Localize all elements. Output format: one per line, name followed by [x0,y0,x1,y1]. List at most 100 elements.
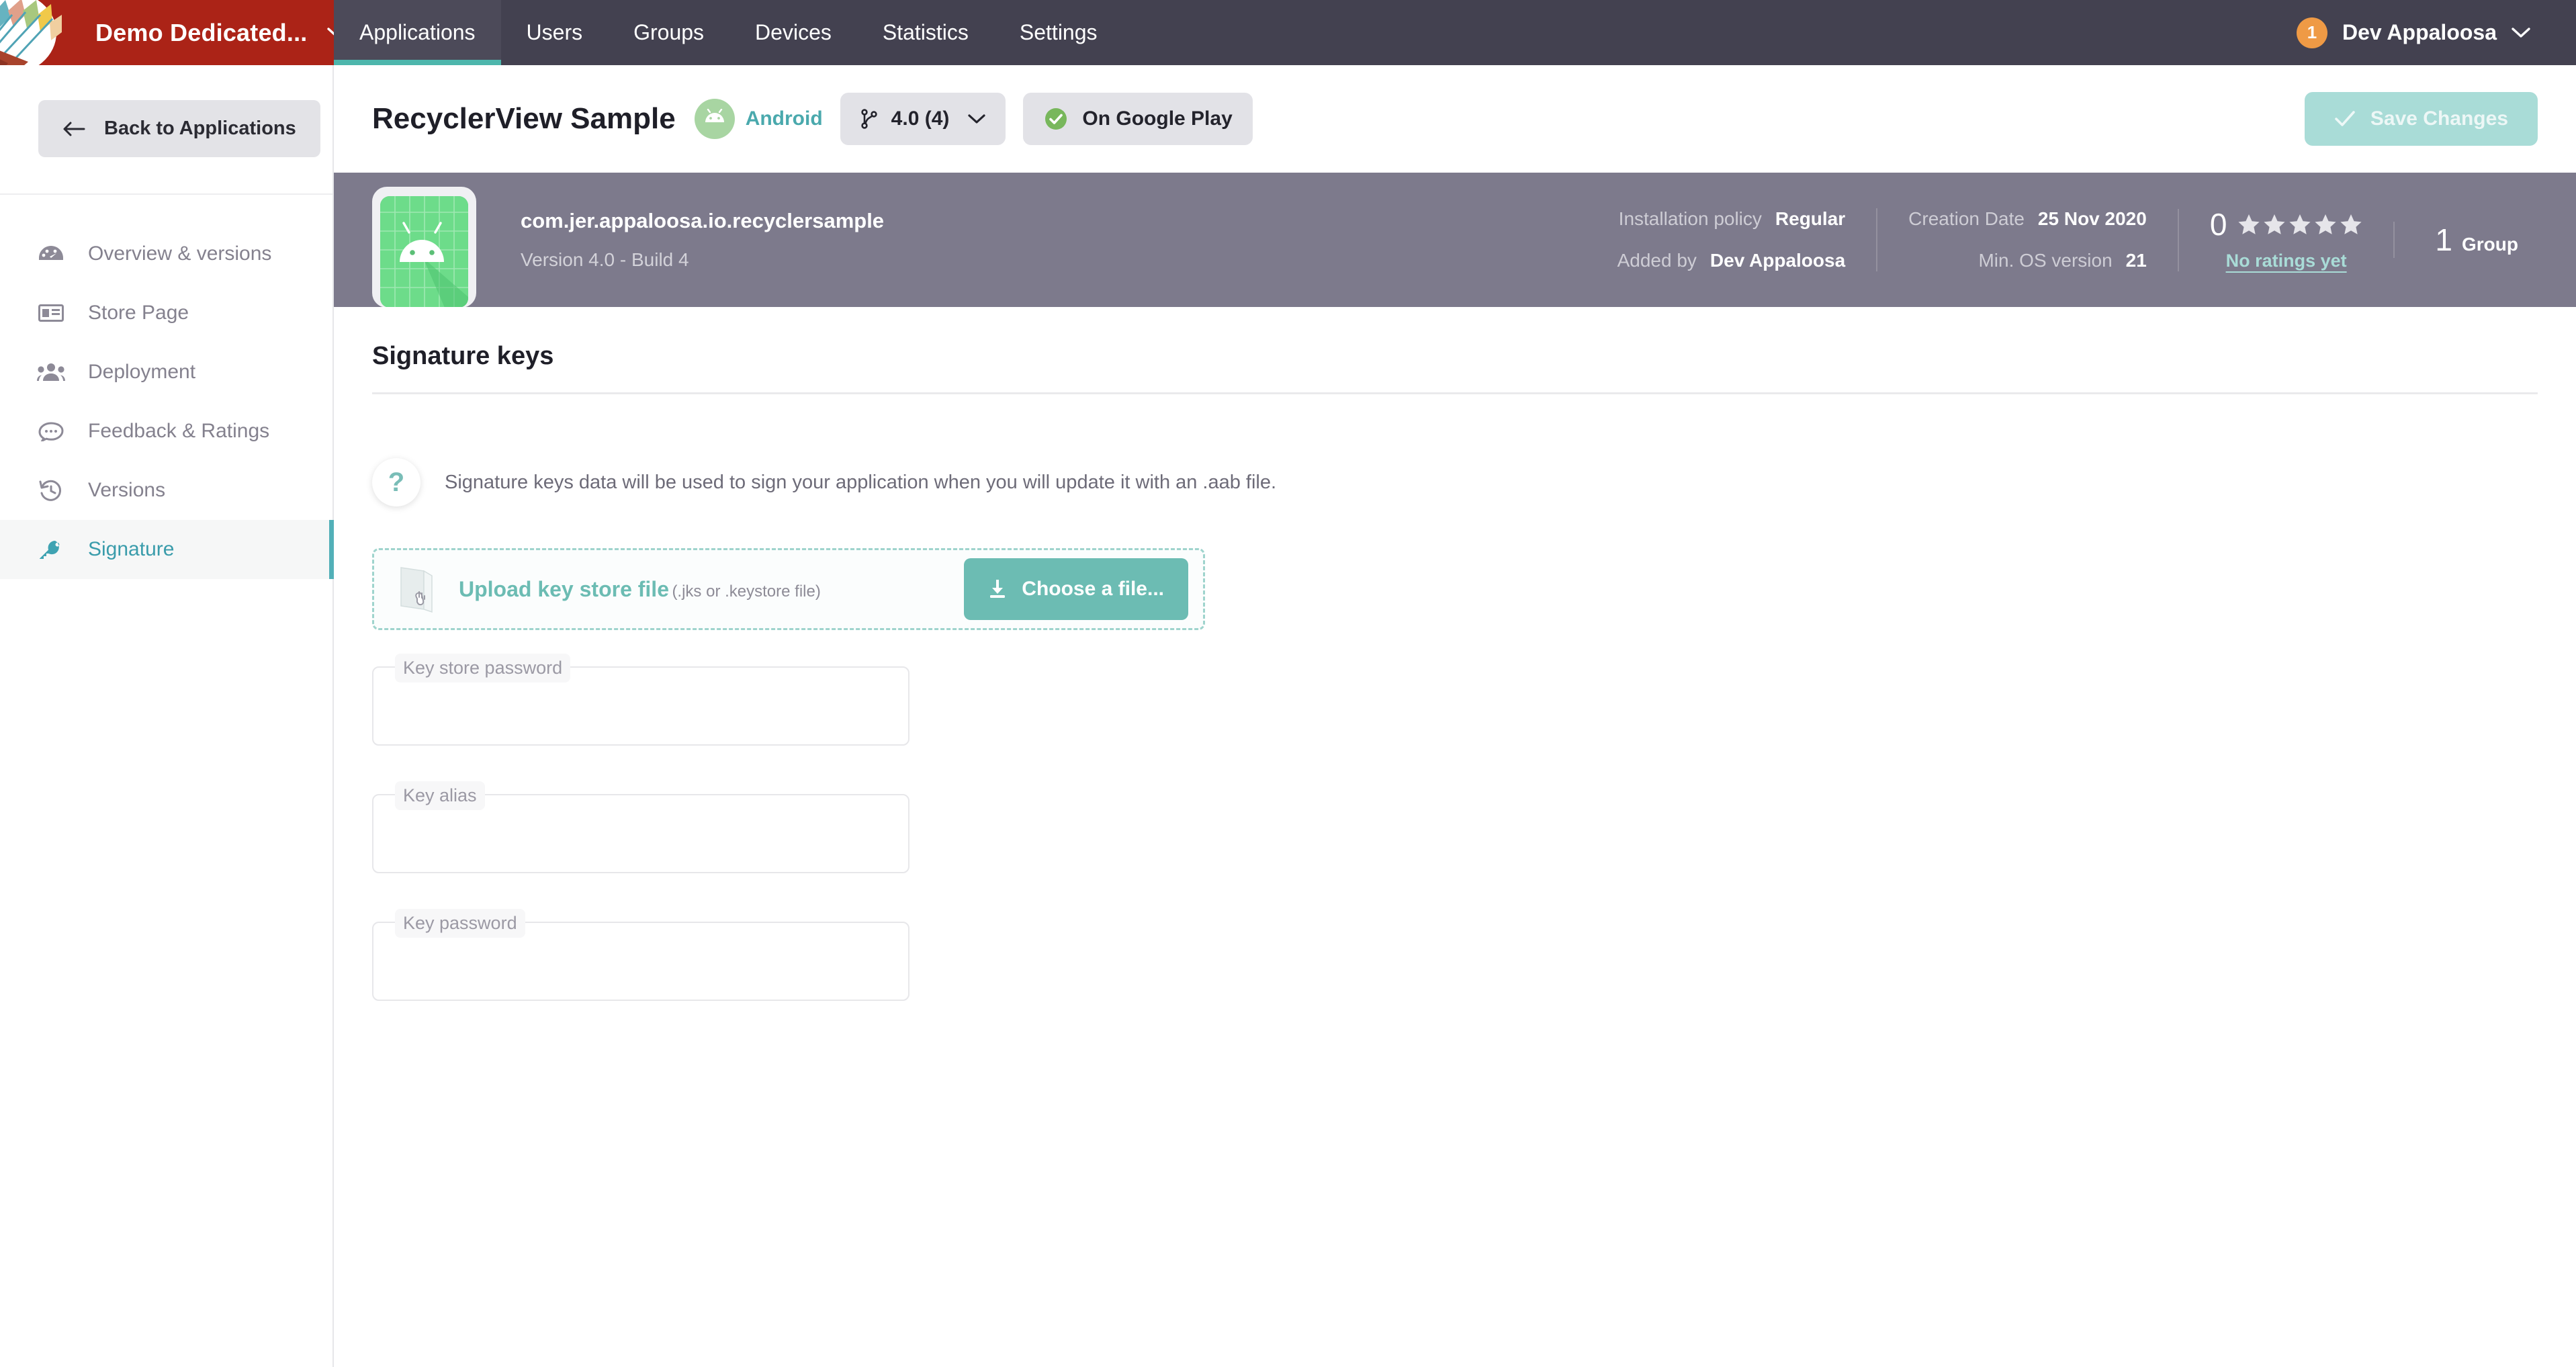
app-meta-columns: Installation policy Regular Added by Dev… [1587,208,2549,271]
arrow-left-icon [62,121,85,137]
key-store-password-field[interactable]: Key store password [372,654,909,746]
sidebar-item-feedback-ratings[interactable]: Feedback & Ratings [0,402,332,461]
nav-item-applications[interactable]: Applications [334,0,501,65]
group-count-summary: 1 Group [2393,222,2549,258]
sidebar-item-signature[interactable]: Signature [0,520,334,579]
nav-label: Groups [633,20,705,44]
meta-value: 21 [2125,250,2147,271]
page-header: RecyclerView Sample Android 4.0 (4) On G… [334,65,2576,173]
check-icon [2334,110,2356,128]
comment-icon [37,421,65,441]
key-alias-field[interactable]: Key alias [372,781,909,873]
key-password-field[interactable]: Key password [372,909,909,1001]
chevron-down-icon [2512,27,2530,39]
newspaper-icon [37,304,65,322]
choose-a-file-label: Choose a file... [1022,578,1164,600]
org-switcher[interactable]: Demo Dedicated... [0,0,334,65]
google-play-label: On Google Play [1082,107,1233,130]
key-store-password-label: Key store password [395,654,571,682]
check-circle-icon [1043,106,1069,132]
git-branch-icon [860,108,878,130]
meta-row: Added by Dev Appaloosa [1617,250,1846,271]
key-password-label: Key password [395,909,525,938]
meta-value: Dev Appaloosa [1709,250,1846,271]
no-ratings-link[interactable]: No ratings yet [2226,251,2347,271]
rating-row: 0 [2210,209,2363,240]
sidebar-item-store-page[interactable]: Store Page [0,283,332,343]
app-icon [372,187,476,308]
sidebar-item-deployment[interactable]: Deployment [0,343,332,402]
nav-item-users[interactable]: Users [501,0,609,65]
sidebar-item-overview-versions[interactable]: Overview & versions [0,224,332,283]
group-count: 1 [2435,222,2452,257]
meta-key: Creation Date [1908,208,2025,229]
download-icon [988,578,1007,600]
upload-text-group: Upload key store file (.jks or .keystore… [459,577,821,602]
app-meta: com.jer.appaloosa.io.recyclersample Vers… [521,209,884,271]
page-title: RecyclerView Sample [372,102,676,135]
chevron-down-icon [327,27,334,39]
keystore-upload-dropzone[interactable]: Upload key store file (.jks or .keystore… [372,548,1205,630]
star-icon [2340,214,2362,234]
key-alias-label: Key alias [395,781,485,810]
nav-item-groups[interactable]: Groups [608,0,729,65]
nav-label: Settings [1019,20,1098,44]
users-icon [37,363,65,382]
main-nav: Applications Users Groups Devices Statis… [334,0,2576,65]
google-play-status[interactable]: On Google Play [1023,93,1253,145]
signature-form: Key store password Key alias Key passwor… [372,654,2538,1001]
group-label: Group [2462,234,2518,255]
rating-value: 0 [2209,206,2227,242]
meta-key: Installation policy [1618,208,1762,229]
nav-item-devices[interactable]: Devices [729,0,857,65]
meta-value: 25 Nov 2020 [2037,208,2147,229]
meta-row: Creation Date 25 Nov 2020 [1908,208,2147,230]
chevron-down-icon [968,114,985,125]
app-info-bar: com.jer.appaloosa.io.recyclersample Vers… [334,173,2576,308]
section-title: Signature keys [372,342,554,370]
save-changes-label: Save Changes [2370,107,2508,130]
nav-item-statistics[interactable]: Statistics [857,0,994,65]
meta-value: Regular [1775,208,1846,229]
meta-key: Added by [1617,250,1697,271]
back-to-applications-button[interactable]: Back to Applications [38,100,320,157]
user-menu[interactable]: 1 Dev Appaloosa [2297,0,2576,65]
version-build-line: Version 4.0 - Build 4 [521,249,689,270]
history-icon [37,480,65,501]
meta-key: Min. OS version [1978,250,2113,271]
version-label: 4.0 (4) [891,107,950,130]
android-icon [694,99,735,139]
meta-column-policy: Installation policy Regular Added by Dev… [1587,208,1877,271]
appaloosa-arrows-logo [0,0,62,65]
upload-label: Upload key store file [459,576,669,601]
star-icon [2315,214,2337,234]
nav-label: Users [526,20,583,44]
platform-indicator: Android [694,99,823,139]
meta-row: Installation policy Regular [1617,208,1846,230]
nav-label: Applications [359,20,476,44]
sidebar-item-label: Store Page [88,302,189,324]
file-upload-icon [397,564,439,615]
back-button-container: Back to Applications [0,65,332,195]
main-content: Signature keys ? Signature keys data wil… [334,307,2576,1367]
sidebar-item-versions[interactable]: Versions [0,461,332,520]
nav-label: Statistics [882,20,969,44]
notification-badge[interactable]: 1 [2297,17,2328,48]
choose-a-file-button[interactable]: Choose a file... [964,558,1188,620]
platform-label: Android [745,107,823,130]
nav-label: Devices [755,20,832,44]
back-button-label: Back to Applications [104,118,296,139]
top-navigation-bar: Demo Dedicated... Applications Users Gro… [0,0,2576,65]
meta-row: Min. OS version 21 [1908,250,2147,271]
rating-summary: 0 No ratings yet [2177,208,2394,271]
save-changes-button[interactable]: Save Changes [2304,92,2538,146]
help-note: ? Signature keys data will be used to si… [372,458,2538,506]
sidebar-item-label: Overview & versions [88,242,272,265]
sidebar-item-label: Versions [88,479,166,501]
star-icon [2264,214,2286,234]
nav-item-settings[interactable]: Settings [994,0,1123,65]
version-selector[interactable]: 4.0 (4) [840,93,1006,145]
sidebar-item-label: Signature [88,538,175,560]
question-mark-icon: ? [372,458,420,506]
meta-column-dates: Creation Date 25 Nov 2020 Min. OS versio… [1876,208,2178,271]
